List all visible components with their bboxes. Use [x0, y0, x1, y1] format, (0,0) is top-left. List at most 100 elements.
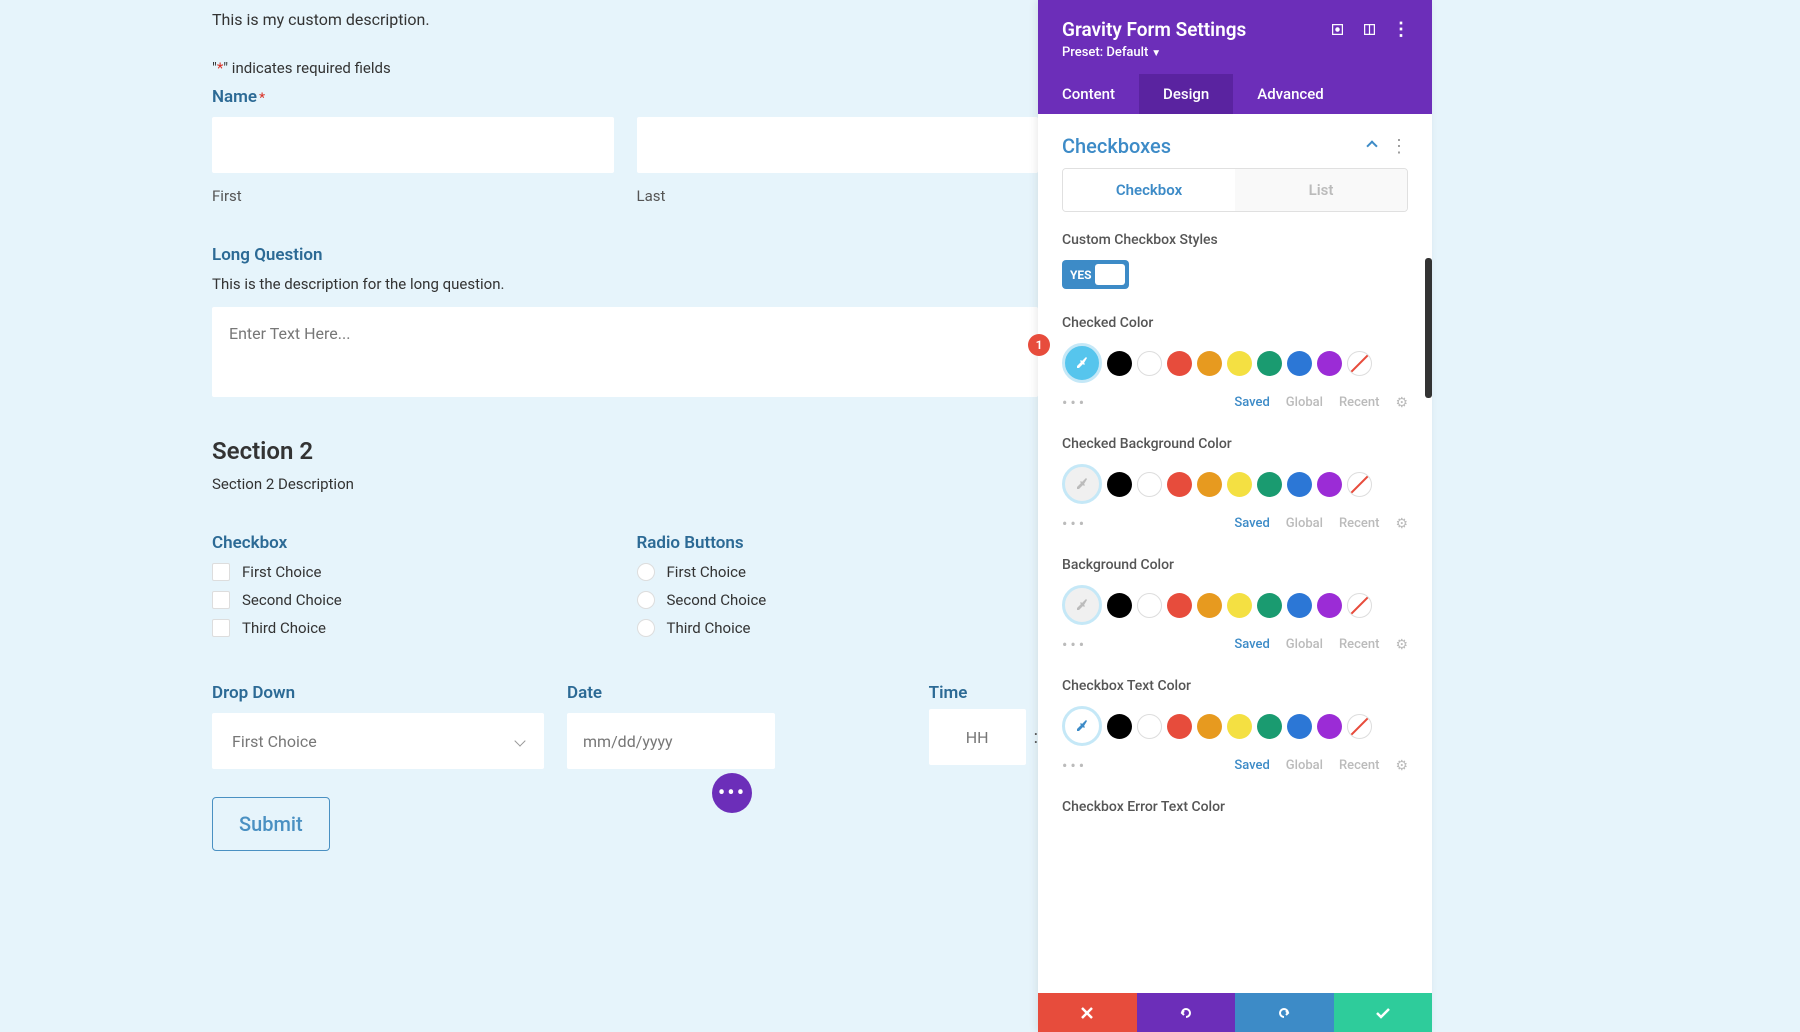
gear-icon[interactable]: ⚙	[1395, 395, 1408, 411]
saved-tab[interactable]: Saved	[1234, 637, 1269, 652]
color-swatch[interactable]	[1137, 351, 1162, 376]
recent-tab[interactable]: Recent	[1339, 395, 1379, 410]
tab-advanced[interactable]: Advanced	[1233, 74, 1347, 114]
time-hh-input[interactable]: HH	[929, 709, 1026, 765]
color-swatch[interactable]	[1107, 714, 1132, 739]
saved-tab[interactable]: Saved	[1234, 758, 1269, 773]
radio-field-label: Radio Buttons	[637, 533, 1039, 553]
color-swatch[interactable]	[1227, 472, 1252, 497]
saved-tab[interactable]: Saved	[1234, 395, 1269, 410]
global-tab[interactable]: Global	[1286, 516, 1323, 531]
date-input[interactable]: mm/dd/yyyy	[567, 713, 775, 769]
color-swatch[interactable]	[1107, 593, 1132, 618]
color-swatch[interactable]	[1287, 593, 1312, 618]
color-swatch[interactable]	[1137, 714, 1162, 739]
checkbox-option[interactable]: Second Choice	[212, 591, 614, 609]
section-more-icon[interactable]: ⋮	[1390, 136, 1408, 157]
color-swatch[interactable]	[1257, 593, 1282, 618]
color-swatch[interactable]	[1287, 472, 1312, 497]
color-swatch[interactable]	[1287, 351, 1312, 376]
color-swatch[interactable]	[1197, 351, 1222, 376]
checkbox-option[interactable]: Third Choice	[212, 619, 614, 637]
section-checkboxes[interactable]: Checkboxes	[1062, 134, 1171, 158]
more-dots[interactable]: •••	[1062, 514, 1087, 533]
tab-design[interactable]: Design	[1139, 74, 1233, 114]
checked-color-section: Checked Color ••• Saved Global Recent ⚙	[1062, 315, 1408, 412]
first-name-input[interactable]	[212, 117, 614, 173]
color-swatch[interactable]	[1167, 472, 1192, 497]
radio-option[interactable]: First Choice	[637, 563, 1039, 581]
collapse-icon[interactable]	[1366, 140, 1377, 151]
color-swatch[interactable]	[1197, 472, 1222, 497]
color-swatch[interactable]	[1107, 472, 1132, 497]
color-swatch[interactable]	[1197, 593, 1222, 618]
tab-content[interactable]: Content	[1038, 74, 1139, 114]
gear-icon[interactable]: ⚙	[1395, 758, 1408, 774]
color-swatch[interactable]	[1317, 593, 1342, 618]
cancel-button[interactable]	[1038, 993, 1137, 1032]
global-tab[interactable]: Global	[1286, 637, 1323, 652]
sidebar-scrollbar[interactable]	[1425, 258, 1432, 398]
color-swatch[interactable]	[1167, 714, 1192, 739]
color-picker-button[interactable]	[1062, 343, 1102, 383]
color-swatch[interactable]	[1137, 472, 1162, 497]
dropdown-select[interactable]: First Choice	[212, 713, 544, 769]
gear-icon[interactable]: ⚙	[1395, 637, 1408, 653]
color-picker-button[interactable]	[1062, 706, 1102, 746]
color-swatch[interactable]	[1227, 351, 1252, 376]
radio-option[interactable]: Second Choice	[637, 591, 1039, 609]
color-swatch-none[interactable]	[1347, 472, 1372, 497]
color-picker-button[interactable]	[1062, 464, 1102, 504]
focus-icon[interactable]	[1330, 23, 1344, 37]
color-swatch[interactable]	[1107, 351, 1132, 376]
checkbox-option[interactable]: First Choice	[212, 563, 614, 581]
radio-option[interactable]: Third Choice	[637, 619, 1039, 637]
color-swatch[interactable]	[1137, 593, 1162, 618]
recent-tab[interactable]: Recent	[1339, 637, 1379, 652]
subtab-list[interactable]: List	[1235, 169, 1407, 211]
global-tab[interactable]: Global	[1286, 758, 1323, 773]
last-name-input[interactable]	[637, 117, 1039, 173]
color-swatch[interactable]	[1257, 351, 1282, 376]
gear-icon[interactable]: ⚙	[1395, 516, 1408, 532]
recent-tab[interactable]: Recent	[1339, 758, 1379, 773]
more-icon[interactable]: ⋮	[1394, 23, 1408, 37]
color-swatch[interactable]	[1317, 714, 1342, 739]
date-label: Date	[567, 683, 775, 703]
redo-button[interactable]	[1235, 993, 1334, 1032]
long-question-textarea[interactable]	[212, 307, 1038, 397]
submit-button[interactable]: Submit	[212, 797, 330, 851]
save-button[interactable]	[1334, 993, 1433, 1032]
color-swatch[interactable]	[1257, 472, 1282, 497]
name-label: Name*	[212, 87, 1038, 107]
color-swatch-none[interactable]	[1347, 351, 1372, 376]
more-dots[interactable]: •••	[1062, 756, 1087, 775]
color-swatch-none[interactable]	[1347, 714, 1372, 739]
time-label: Time	[929, 683, 1038, 703]
undo-button[interactable]	[1137, 993, 1236, 1032]
color-swatch[interactable]	[1227, 593, 1252, 618]
color-swatch[interactable]	[1197, 714, 1222, 739]
more-dots[interactable]: •••	[1062, 393, 1087, 412]
color-swatch[interactable]	[1167, 593, 1192, 618]
color-swatch[interactable]	[1167, 351, 1192, 376]
preset-dropdown[interactable]: Preset: Default▼	[1062, 45, 1408, 60]
color-swatch[interactable]	[1227, 714, 1252, 739]
color-swatch-none[interactable]	[1347, 593, 1372, 618]
long-question-label: Long Question	[212, 245, 1038, 265]
color-swatch[interactable]	[1257, 714, 1282, 739]
global-tab[interactable]: Global	[1286, 395, 1323, 410]
more-dots[interactable]: •••	[1062, 635, 1087, 654]
recent-tab[interactable]: Recent	[1339, 516, 1379, 531]
color-picker-button[interactable]	[1062, 585, 1102, 625]
color-swatch[interactable]	[1287, 714, 1312, 739]
checkbox-icon	[212, 619, 230, 637]
subtab-checkbox[interactable]: Checkbox	[1063, 169, 1235, 211]
saved-tab[interactable]: Saved	[1234, 516, 1269, 531]
custom-styles-toggle[interactable]: YES	[1062, 260, 1129, 289]
color-swatch[interactable]	[1317, 472, 1342, 497]
required-fields-note: "*" indicates required fields	[212, 59, 1038, 77]
columns-icon[interactable]	[1362, 23, 1376, 37]
floating-action-button[interactable]: •••	[712, 773, 752, 813]
color-swatch[interactable]	[1317, 351, 1342, 376]
